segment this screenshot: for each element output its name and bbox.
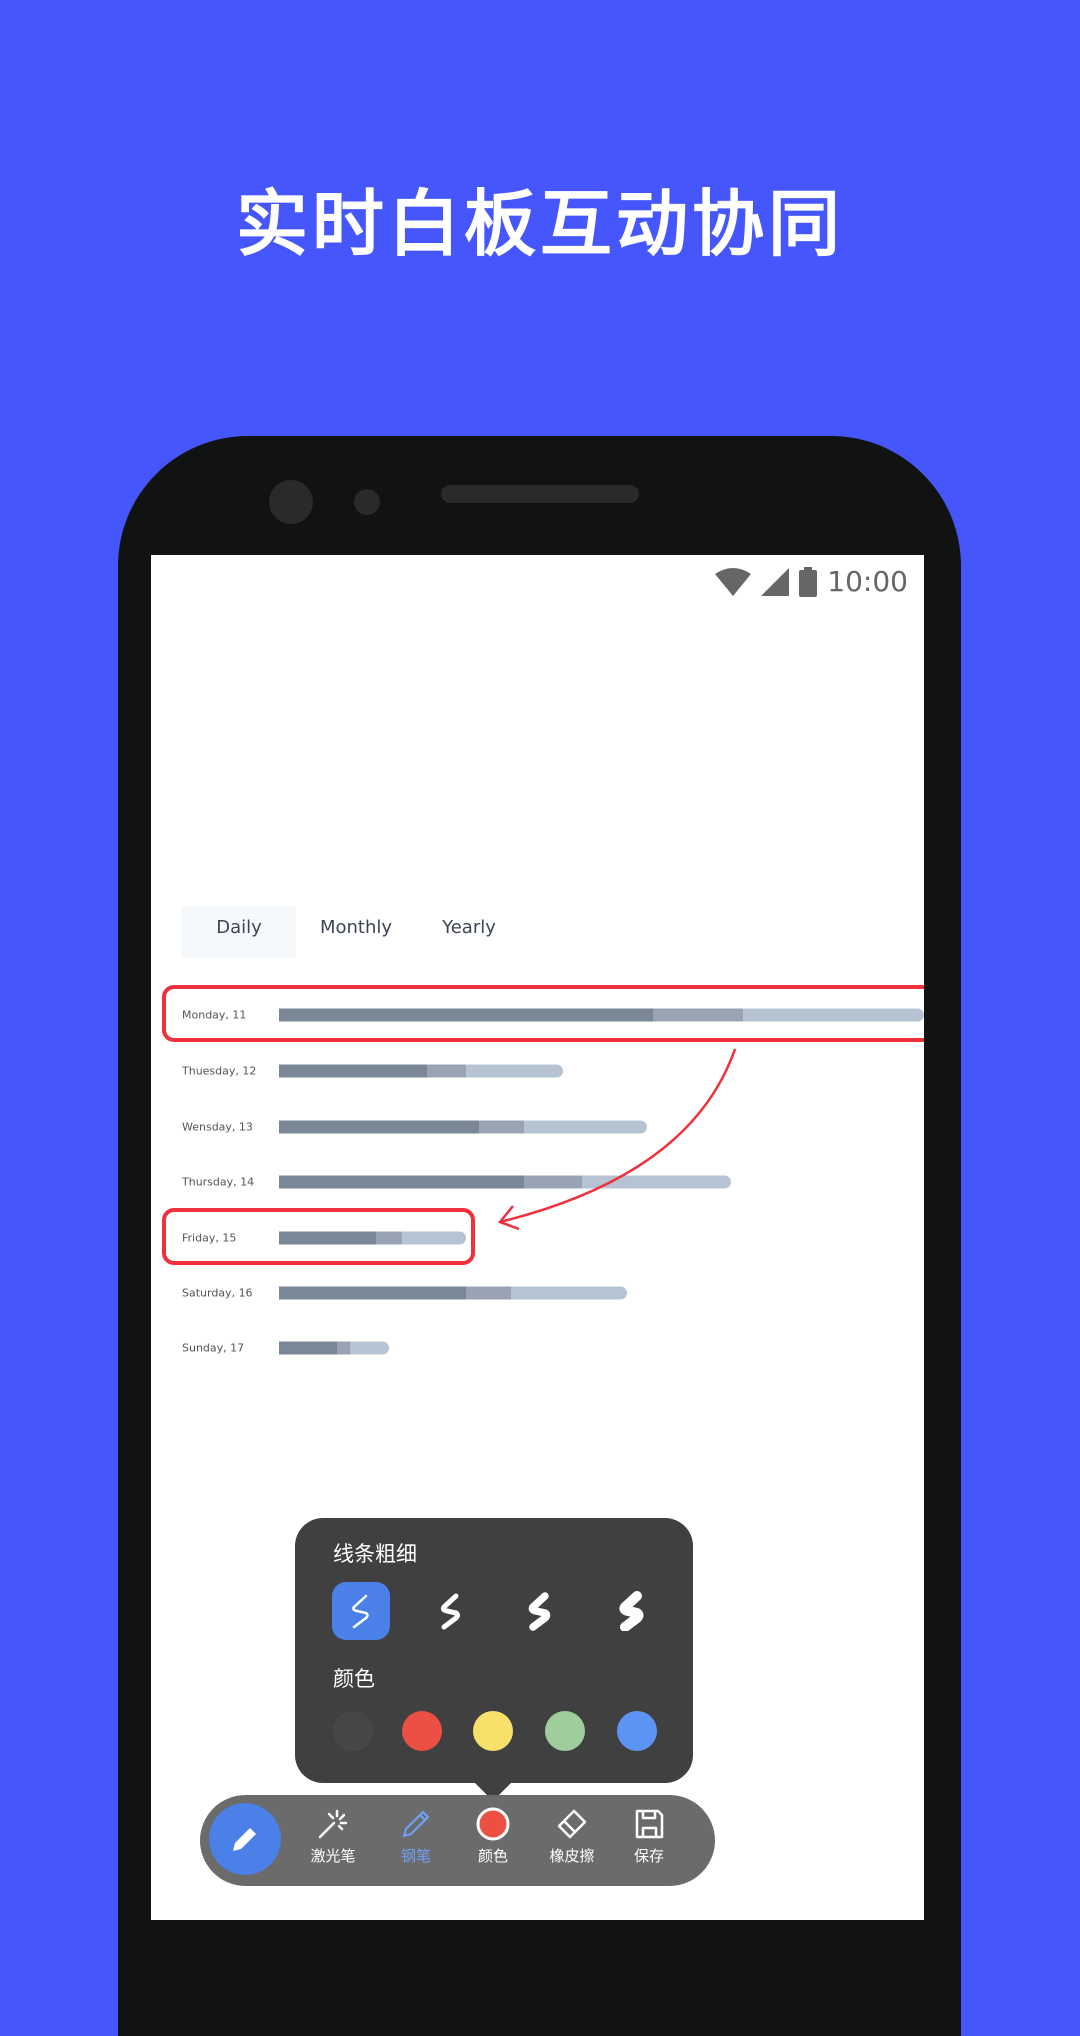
tool-label: 激光笔 [310, 1847, 356, 1865]
color-swatch[interactable] [545, 1711, 585, 1751]
tool-laser-pen[interactable]: 激光笔 [298, 1807, 368, 1866]
stroke-width-option[interactable] [422, 1582, 480, 1640]
pencil-icon [233, 1828, 256, 1851]
color-swatch[interactable] [617, 1711, 657, 1751]
headline: 实时白板互动协同 [235, 182, 844, 266]
stroke-sample-icon [528, 1592, 551, 1631]
sensor [354, 489, 380, 515]
color-swatch[interactable] [473, 1711, 513, 1751]
pen-icon [402, 1810, 430, 1838]
save-icon [635, 1809, 664, 1839]
tool-label: 颜色 [477, 1847, 508, 1865]
stroke-sample-icon [619, 1591, 644, 1631]
tool-label: 橡皮擦 [549, 1847, 595, 1865]
color-title: 颜色 [333, 1667, 375, 1691]
stroke-sample-icon [352, 1594, 369, 1629]
pencil-main-button[interactable] [209, 1803, 281, 1875]
color-swatch[interactable] [402, 1711, 442, 1751]
stroke-sample-icon [440, 1593, 460, 1630]
stroke-width-option[interactable] [603, 1582, 661, 1640]
highlight-box-monday [162, 985, 924, 1042]
drawing-toolbar: 激光笔 钢笔 颜色 橡皮擦 保存 [200, 1795, 715, 1886]
tool-pen[interactable]: 钢笔 [381, 1807, 451, 1866]
tool-save[interactable]: 保存 [614, 1807, 684, 1866]
pen-settings-popup: 线条粗细 颜色 [295, 1518, 693, 1783]
tool-label: 钢笔 [400, 1847, 431, 1865]
stroke-width-option[interactable] [332, 1582, 390, 1640]
color-swatch[interactable] [333, 1711, 373, 1751]
speaker-grille [441, 485, 639, 503]
tool-eraser[interactable]: 橡皮擦 [537, 1807, 607, 1866]
laser-pen-icon [318, 1809, 348, 1839]
annotation-arrow [499, 1048, 737, 1224]
highlight-box-friday [162, 1208, 475, 1265]
front-camera [269, 480, 313, 524]
stroke-width-title: 线条粗细 [333, 1542, 417, 1566]
eraser-icon [557, 1809, 587, 1839]
tool-label: 保存 [633, 1847, 664, 1865]
color-icon [476, 1807, 510, 1841]
tool-color[interactable]: 颜色 [458, 1807, 528, 1866]
stroke-width-option[interactable] [511, 1582, 569, 1640]
